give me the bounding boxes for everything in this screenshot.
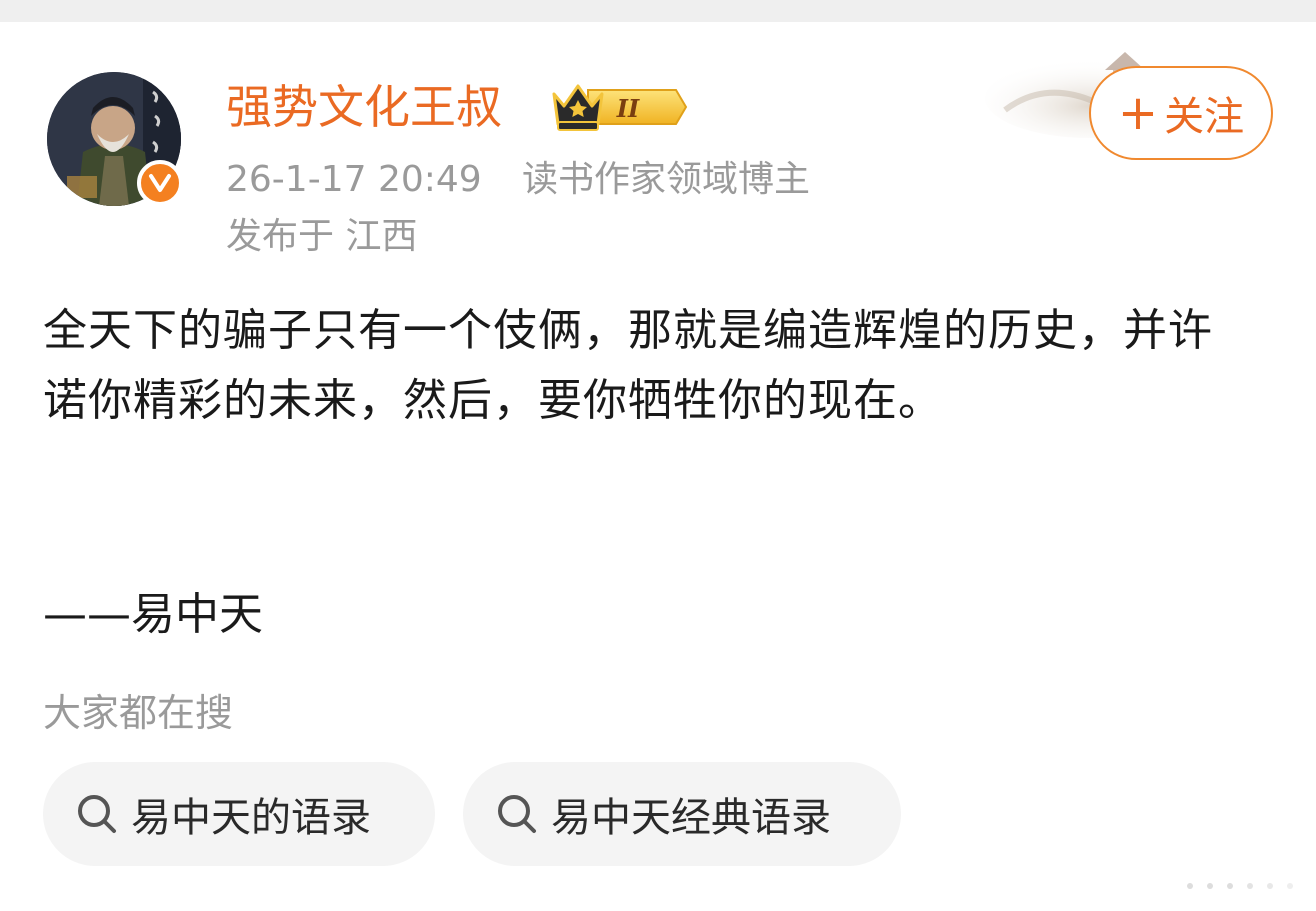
author-name[interactable]: 强势文化王叔 xyxy=(226,76,502,138)
search-icon xyxy=(78,795,116,833)
search-icon xyxy=(498,795,536,833)
search-suggestion-chip[interactable]: 易中天经典语录 xyxy=(463,762,901,866)
post-text: 全天下的骗子只有一个伎俩，那就是编造辉煌的历史，并许诺你精彩的未来，然后，要你牺… xyxy=(43,305,1213,426)
author-category: 读书作家领域博主 xyxy=(522,159,811,200)
search-section-heading: 大家都在搜 xyxy=(43,691,234,735)
verified-badge xyxy=(137,160,183,206)
plus-icon: + xyxy=(1117,85,1159,141)
search-suggestion-label: 易中天的语录 xyxy=(131,795,371,841)
top-bar xyxy=(0,0,1316,22)
crown-level-badge-icon: II xyxy=(552,84,688,131)
verified-v-icon xyxy=(149,174,171,192)
search-suggestion-label: 易中天经典语录 xyxy=(551,795,831,841)
post-location: 发布于 江西 xyxy=(226,216,418,257)
post-attribution: ——易中天 xyxy=(43,589,263,640)
search-suggestion-chip[interactable]: 易中天的语录 xyxy=(43,762,435,866)
post-timestamp: 26-1-17 20:49 xyxy=(226,159,482,200)
post-body: 全天下的骗子只有一个伎俩，那就是编造辉煌的历史，并许诺你精彩的未来，然后，要你牺… xyxy=(43,296,1243,436)
follow-button-label: 关注 xyxy=(1164,94,1245,140)
svg-text:II: II xyxy=(616,94,640,123)
follow-button[interactable]: + 关注 xyxy=(1089,66,1273,160)
decorative-dots-icon xyxy=(1187,883,1293,889)
